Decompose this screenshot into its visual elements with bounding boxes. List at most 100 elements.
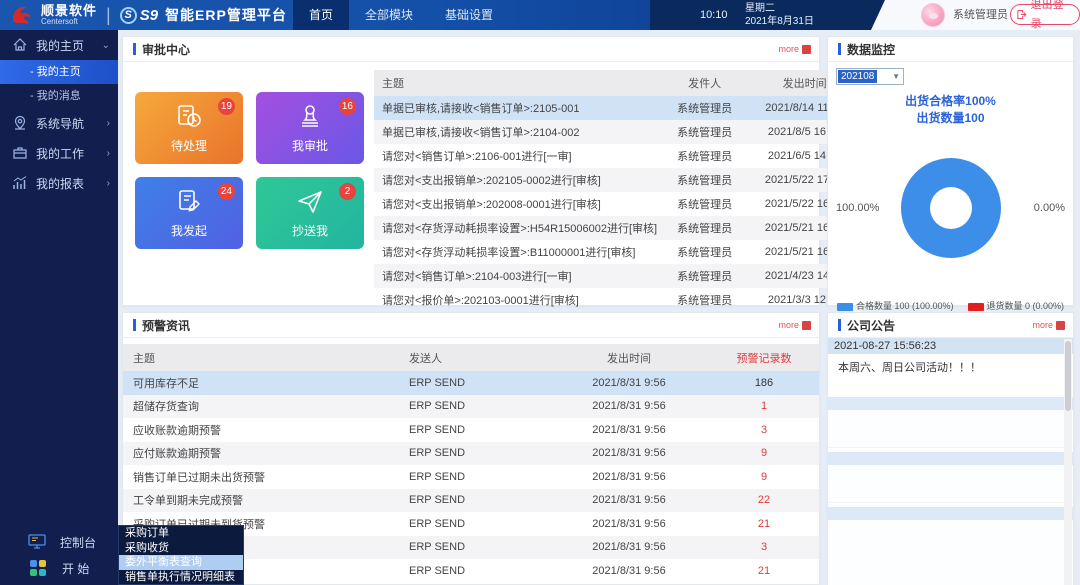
cell-sender: ERP SEND xyxy=(409,518,549,530)
table-row[interactable]: 请您对<存货浮动耗损率设置>:B11000001进行[审核]系统管理员2021/… xyxy=(374,240,857,264)
company-name-en: Centersoft xyxy=(41,17,97,26)
table-row[interactable]: 超储存货查询ERP SEND2021/8/31 9:561 xyxy=(123,395,819,419)
scrollbar-thumb[interactable] xyxy=(1065,341,1071,411)
tab-all-modules[interactable]: 全部模块 xyxy=(349,0,429,30)
cell-subject: 应付账款逾期预警 xyxy=(123,445,409,461)
start-popup-menu: 采购订单 采购收货 委外平衡表查询 销售单执行情况明细表 xyxy=(118,525,244,585)
tile-pending[interactable]: 19 待处理 xyxy=(135,92,243,164)
tab-home[interactable]: 首页 xyxy=(293,0,349,30)
table-row[interactable]: 工令单到期未完成预警ERP SEND2021/8/31 9:5622 xyxy=(123,489,819,513)
cell-count: 21 xyxy=(709,565,819,577)
cell-count: 22 xyxy=(709,494,819,506)
logout-button[interactable]: 退出登录 xyxy=(1010,4,1080,25)
weekday: 星期二 xyxy=(745,2,814,15)
announcements-scrollbar[interactable] xyxy=(1064,339,1072,585)
pass-rate-text: 出货合格率100% xyxy=(828,93,1073,110)
menu-item-purchase-order[interactable]: 采购订单 xyxy=(119,526,243,541)
stamp-icon xyxy=(295,102,325,132)
tile-initiated-by-me[interactable]: 24 我发起 xyxy=(135,177,243,249)
alerts-more-button[interactable]: more xyxy=(778,320,811,330)
more-label: more xyxy=(778,320,799,330)
start-icon xyxy=(30,560,46,576)
cell-count: 3 xyxy=(709,541,819,553)
menu-item-outsourcing-balance-query[interactable]: 委外平衡表查询 xyxy=(119,555,243,570)
tile-my-approvals[interactable]: 16 我审批 xyxy=(256,92,364,164)
data-monitor-title: 数据监控 xyxy=(847,41,895,58)
sidebar-item-my-work[interactable]: 我的工作 › xyxy=(0,138,118,168)
sidebar-item-system-nav[interactable]: 系统导航 › xyxy=(0,108,118,138)
cell-sender: 系统管理员 xyxy=(657,148,752,164)
announcement-datetime: 2021-08-27 15:56:23 xyxy=(828,338,1073,354)
console-label: 控制台 xyxy=(60,534,96,551)
donut-ring xyxy=(901,158,1001,258)
cell-subject: 请您对<存货浮动耗损率设置>:H54R15006002进行[审核] xyxy=(374,220,657,236)
console-button[interactable]: 控制台 xyxy=(0,530,118,554)
cell-count: 1 xyxy=(709,400,819,412)
topbar-user-area: 系统管理员 退出登录 xyxy=(871,0,1080,30)
legend-swatch-blue xyxy=(837,303,853,311)
tile-label: 待处理 xyxy=(171,137,207,154)
period-select[interactable]: 202108 ▼ xyxy=(836,68,904,85)
menu-item-sales-execution-report[interactable]: 销售单执行情况明细表 xyxy=(119,570,243,585)
start-button[interactable]: 开 始 xyxy=(0,556,118,580)
topbar: 顺景软件 Centersoft | S S9 智能ERP管理平台 首页 全部模块… xyxy=(0,0,1080,30)
cell-time: 2021/8/31 9:56 xyxy=(549,471,709,483)
table-row[interactable]: 请您对<销售订单>:2104-003进行[一审]系统管理员2021/4/23 1… xyxy=(374,264,857,288)
table-row[interactable]: 可用库存不足ERP SEND2021/8/31 9:56186 xyxy=(123,371,819,395)
table-row[interactable]: 应收账款逾期预警ERP SEND2021/8/31 9:563 xyxy=(123,418,819,442)
console-monitor-icon xyxy=(28,534,46,550)
sidebar-item-my-reports[interactable]: 我的报表 › xyxy=(0,168,118,198)
announcements-header: 公司公告 more xyxy=(828,313,1073,338)
table-row[interactable]: 请您对<支出报销单>:202105-0002进行[审核]系统管理员2021/5/… xyxy=(374,168,857,192)
company-name: 顺景软件 Centersoft xyxy=(41,4,97,26)
clock-time: 10:10 xyxy=(700,0,728,30)
approval-more-button[interactable]: more xyxy=(778,44,811,54)
sidebar-item-label: 系统导航 xyxy=(36,115,84,132)
sidebar-subitem-my-home[interactable]: - 我的主页 xyxy=(0,60,118,84)
user-avatar[interactable] xyxy=(921,3,945,27)
table-row[interactable]: 销售订单已过期未出货预警ERP SEND2021/8/31 9:569 xyxy=(123,465,819,489)
tab-basic-settings[interactable]: 基础设置 xyxy=(429,0,509,30)
cell-sender: 系统管理员 xyxy=(657,268,752,284)
table-row[interactable]: 单据已审核,请接收<销售订单>:2105-001系统管理员2021/8/14 1… xyxy=(374,96,857,120)
main-nav: 首页 全部模块 基础设置 xyxy=(293,0,509,30)
cell-sender: 系统管理员 xyxy=(657,124,752,140)
data-monitor-header: 数据监控 xyxy=(828,37,1073,62)
table-row[interactable]: 单据已审核,请接收<销售订单>:2104-002系统管理员2021/8/5 16… xyxy=(374,120,857,144)
briefcase-icon xyxy=(12,145,28,161)
tile-label: 抄送我 xyxy=(292,222,328,239)
table-row[interactable]: 请您对<存货浮动耗损率设置>:H54R15006002进行[审核]系统管理员20… xyxy=(374,216,857,240)
table-row[interactable]: 请您对<支出报销单>:202008-0001进行[审核]系统管理员2021/5/… xyxy=(374,192,857,216)
approval-center-panel: 审批中心 more 19 待处理 16 我审批 24 我发起 2 抄送我 xyxy=(122,36,820,306)
donut-chart: 100.00% 0.00% xyxy=(828,133,1073,283)
cell-subject: 单据已审核,请接收<销售订单>:2105-001 xyxy=(374,100,657,116)
legend-label: 合格数量 100 (100.00%) xyxy=(856,301,954,311)
sidebar-subitem-my-messages[interactable]: - 我的消息 xyxy=(0,84,118,108)
cell-sender: ERP SEND xyxy=(409,377,549,389)
col-send-time: 发出时间 xyxy=(549,350,709,366)
approval-rows: 单据已审核,请接收<销售订单>:2105-001系统管理员2021/8/14 1… xyxy=(374,96,857,312)
alerts-title: 预警资讯 xyxy=(142,317,190,334)
tile-cc-to-me[interactable]: 2 抄送我 xyxy=(256,177,364,249)
paper-plane-icon xyxy=(295,187,325,217)
announcement-content[interactable]: 本周六、周日公司活动！！！ xyxy=(828,354,1073,393)
col-sender: 发送人 xyxy=(409,350,549,366)
brand-area: 顺景软件 Centersoft | S S9 智能ERP管理平台 xyxy=(8,2,287,28)
home-icon xyxy=(12,37,28,53)
initiated-count-badge: 24 xyxy=(218,183,235,200)
table-row[interactable]: 请您对<报价单>:202103-0001进行[审核]系统管理员2021/3/3 … xyxy=(374,288,857,312)
announcements-more-button[interactable]: more xyxy=(1032,320,1065,330)
cell-count: 3 xyxy=(709,424,819,436)
col-alert-count: 预警记录数 xyxy=(709,350,819,366)
cell-subject: 超储存货查询 xyxy=(123,398,409,414)
legend-item-pass: 合格数量 100 (100.00%) xyxy=(837,299,954,312)
cell-sender: ERP SEND xyxy=(409,565,549,577)
table-row[interactable]: 应付账款逾期预警ERP SEND2021/8/31 9:569 xyxy=(123,442,819,466)
cell-subject: 请您对<报价单>:202103-0001进行[审核] xyxy=(374,292,657,308)
sidebar-item-my-home[interactable]: 我的主页 ⌄ xyxy=(0,30,118,60)
tile-label: 我审批 xyxy=(292,137,328,154)
cell-sender: 系统管理员 xyxy=(657,292,752,308)
menu-item-purchase-receipt[interactable]: 采购收货 xyxy=(119,541,243,556)
table-row[interactable]: 请您对<销售订单>:2106-001进行[一审]系统管理员2021/6/5 14… xyxy=(374,144,857,168)
donut-label-pass: 100.00% xyxy=(836,202,879,214)
